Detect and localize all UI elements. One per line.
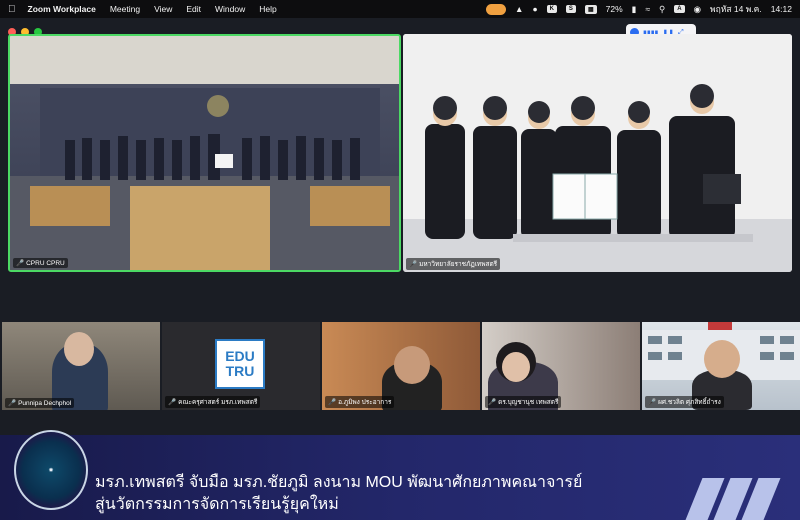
- mic-muted-icon: 🎤: [409, 261, 418, 268]
- battery-icon[interactable]: ▮: [632, 4, 637, 15]
- input-source-icon[interactable]: A: [674, 5, 685, 13]
- video-tile-boonchanuch[interactable]: 🎤 ดร.บุญชานุช เทพสตรี: [482, 322, 640, 410]
- video-tile-punnipa[interactable]: 🎤 Punnipa Dechphol: [2, 322, 160, 410]
- menubar-app-name[interactable]: Zoom Workplace: [28, 4, 96, 14]
- menu-help[interactable]: Help: [259, 4, 276, 14]
- grid-icon[interactable]: ▦: [584, 4, 597, 14]
- menubar-time[interactable]: 14:12: [771, 4, 792, 14]
- mic-muted-icon: 🎤: [16, 260, 25, 267]
- zoom-status-icon[interactable]: ▲: [515, 4, 523, 14]
- edu-tru-logo: EDU TRU: [215, 339, 265, 389]
- mic-muted-icon: 🎤: [8, 400, 17, 407]
- video-tile-tru[interactable]: 🎤 มหาวิทยาลัยราชภัฏเทพสตรี: [403, 34, 792, 272]
- participant-name-label: 🎤 อ.ภูมิพง ประอาการ: [325, 396, 395, 408]
- screen-recording-icon[interactable]: [486, 3, 507, 15]
- mic-muted-icon: 🎤: [328, 399, 337, 406]
- menu-edit[interactable]: Edit: [186, 4, 201, 14]
- participant-face: [704, 340, 740, 378]
- logo-text-line1: EDU: [225, 348, 255, 364]
- video-tile-cpru[interactable]: 🎤 CPRU CPRU: [8, 34, 401, 272]
- keyboard-icon[interactable]: K: [546, 5, 557, 13]
- menu-meeting[interactable]: Meeting: [110, 4, 140, 14]
- meeting-room-video: [10, 36, 399, 270]
- wifi-icon[interactable]: ≈: [645, 4, 650, 14]
- participant-face: [394, 346, 430, 384]
- apple-icon[interactable]: : [8, 4, 16, 15]
- logo-text-line2: TRU: [225, 363, 255, 379]
- macos-menubar:  Zoom Workplace Meeting View Edit Windo…: [0, 0, 800, 18]
- participant-face: [64, 332, 94, 366]
- university-seal-logo: ✸: [14, 430, 88, 510]
- menubar-status-area: ▲ ● K S ▦ 72% ▮ ≈ ⚲ A ◉ พฤหัส 14 พ.ค. 14…: [486, 2, 792, 16]
- participant-name-label: 🎤 Punnipa Dechphol: [5, 398, 75, 408]
- signing-ceremony-video: [403, 34, 792, 272]
- menubar-date[interactable]: พฤหัส 14 พ.ค.: [710, 2, 762, 16]
- mic-muted-icon: 🎤: [488, 399, 497, 406]
- app-badge-icon[interactable]: S: [565, 5, 576, 13]
- video-tile-phumiphong[interactable]: 🎤 อ.ภูมิพง ประอาการ: [322, 322, 480, 410]
- menu-view[interactable]: View: [154, 4, 172, 14]
- banner-headline-line2: สู่นวัตกรรมการจัดการเรียนรู้ยุคใหม่: [95, 496, 339, 513]
- participant-name-label: 🎤 ดร.บุญชานุช เทพสตรี: [485, 396, 562, 408]
- mic-muted-icon: 🎤: [648, 399, 657, 406]
- video-tile-chawalit[interactable]: 🎤 ผศ.ชวลิต ศุภสิทธิ์ถำรง: [642, 322, 800, 410]
- battery-percent[interactable]: 72%: [606, 4, 623, 14]
- mic-muted-icon: 🎤: [168, 399, 177, 406]
- participant-name-label: 🎤 CPRU CPRU: [13, 258, 68, 268]
- participant-name-label: 🎤 มหาวิทยาลัยราชภัฏเทพสตรี: [406, 258, 501, 270]
- participant-face: [502, 352, 530, 382]
- search-icon[interactable]: ⚲: [659, 4, 665, 15]
- control-center-icon[interactable]: ◉: [694, 4, 701, 15]
- menu-window[interactable]: Window: [215, 4, 245, 14]
- participant-name-label: 🎤 คณะครุศาสตร์ มรภ.เทพสตรี: [165, 396, 261, 408]
- media-icon[interactable]: ●: [532, 4, 537, 14]
- participant-name-label: 🎤 ผศ.ชวลิต ศุภสิทธิ์ถำรง: [645, 396, 724, 408]
